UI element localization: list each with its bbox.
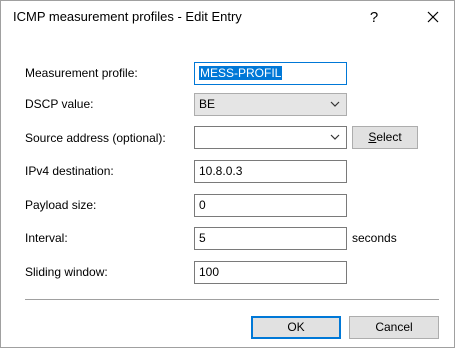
window-title: ICMP measurement profiles - Edit Entry <box>13 9 242 24</box>
title-bar: ICMP measurement profiles - Edit Entry ? <box>1 1 454 33</box>
sliding-window-input[interactable]: 100 <box>194 261 347 284</box>
close-icon <box>427 11 439 23</box>
close-button[interactable] <box>415 3 451 31</box>
select-button-label: Select <box>368 130 402 144</box>
interval-label: Interval: <box>25 231 68 245</box>
profile-input[interactable]: MESS-PROFIL <box>194 62 347 85</box>
dialog-window: ICMP measurement profiles - Edit Entry ?… <box>0 0 455 348</box>
chevron-down-icon <box>330 101 340 107</box>
interval-value: 5 <box>199 231 206 245</box>
ipv4-label: IPv4 destination: <box>25 164 114 178</box>
profile-label: Measurement profile: <box>25 66 138 80</box>
payload-label: Payload size: <box>25 198 97 212</box>
dscp-select[interactable]: BE <box>194 93 347 116</box>
payload-value: 0 <box>199 198 206 212</box>
ok-button[interactable]: OK <box>251 316 341 339</box>
sliding-window-value: 100 <box>199 265 220 279</box>
help-icon: ? <box>369 8 379 26</box>
select-button[interactable]: Select <box>352 126 418 149</box>
ok-button-label: OK <box>287 320 305 334</box>
source-combobox[interactable] <box>194 126 347 149</box>
divider <box>25 299 439 300</box>
dscp-label: DSCP value: <box>25 97 94 111</box>
interval-unit: seconds <box>352 231 397 245</box>
ipv4-input[interactable]: 10.8.0.3 <box>194 160 347 183</box>
ipv4-value: 10.8.0.3 <box>199 164 243 178</box>
profile-value: MESS-PROFIL <box>199 66 283 80</box>
cancel-button-label: Cancel <box>375 320 413 334</box>
chevron-down-icon[interactable] <box>330 134 340 141</box>
payload-input[interactable]: 0 <box>194 194 347 217</box>
dscp-value: BE <box>199 97 216 111</box>
interval-input[interactable]: 5 <box>194 227 347 250</box>
source-label: Source address (optional): <box>25 131 166 145</box>
sliding-window-label: Sliding window: <box>25 265 108 279</box>
cancel-button[interactable]: Cancel <box>349 316 439 339</box>
help-button[interactable]: ? <box>357 3 391 31</box>
